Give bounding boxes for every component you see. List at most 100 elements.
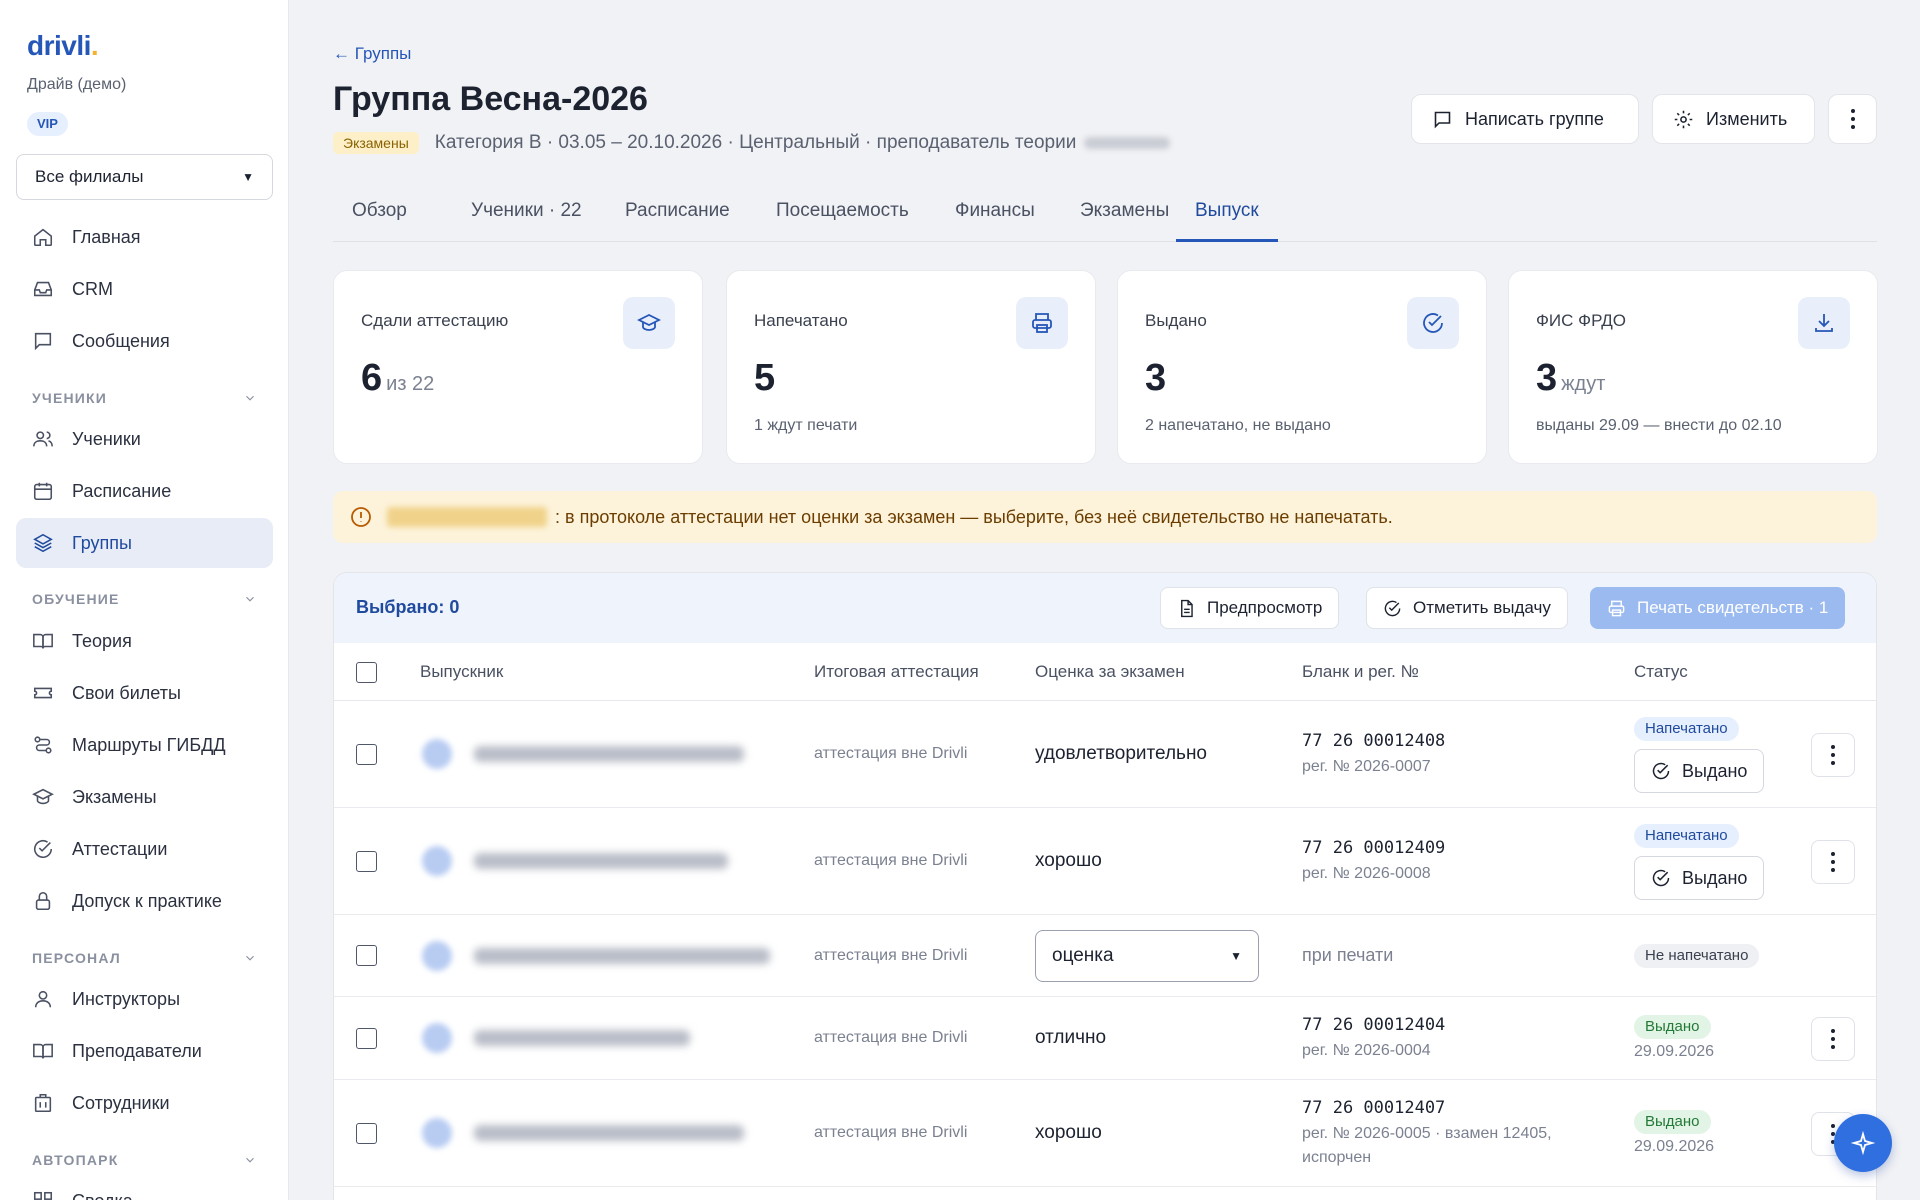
attestation-cell: аттестация вне Drivli <box>814 745 968 762</box>
message-group-button[interactable]: Написать группе <box>1411 94 1639 144</box>
status-badge: Напечатано <box>1634 717 1739 741</box>
avatar <box>422 1118 452 1148</box>
printer-icon <box>1608 600 1625 616</box>
print-certificates-button[interactable]: Печать свидетельств · 1 <box>1590 587 1846 629</box>
column-header[interactable]: Выпускник <box>420 662 503 682</box>
mark-issued-label: Отметить выдачу <box>1413 598 1551 617</box>
download-icon[interactable] <box>1798 297 1850 349</box>
sidebar-item-employees[interactable]: Сотрудники <box>16 1078 273 1128</box>
avatar <box>422 846 452 876</box>
section-students[interactable]: УЧЕНИКИ <box>32 390 257 406</box>
student-name-redacted[interactable] <box>474 948 770 964</box>
stat-sub: 2 напечатано, не выдано <box>1145 417 1331 434</box>
section-fleet[interactable]: АВТОПАРК <box>32 1152 257 1168</box>
stat-card-passed: Сдали аттестацию 6 из 22 <box>333 270 703 464</box>
sidebar-item-teachers[interactable]: Преподаватели <box>16 1026 273 1076</box>
back-to-groups-link[interactable]: ← Группы <box>333 44 411 64</box>
stat-label: Выдано <box>1145 311 1207 330</box>
blank-number: 77 26 00012404 <box>1302 1015 1446 1035</box>
issue-date: 29.09.2026 <box>1634 1138 1715 1155</box>
sidebar-item-attestations[interactable]: Аттестации <box>16 824 273 874</box>
gear-icon <box>1674 110 1693 128</box>
student-name-redacted[interactable] <box>474 746 744 762</box>
stat-card-issued: Выдано 3 2 напечатано, не выдано <box>1117 270 1487 464</box>
print-certificates-label: Печать свидетельств · 1 <box>1637 598 1829 617</box>
column-header[interactable]: Статус <box>1634 662 1688 682</box>
chevron-down-icon <box>246 596 254 602</box>
row-checkbox[interactable] <box>356 1123 377 1144</box>
reg-number: рег. № 2026-0004 <box>1302 1042 1431 1059</box>
sidebar-item-label: Ученики <box>72 428 141 449</box>
plan-badge: VIP <box>27 112 68 136</box>
sidebar-item-practice-access[interactable]: Допуск к практике <box>16 876 273 926</box>
row-menu-button[interactable] <box>1811 1017 1855 1061</box>
select-all-checkbox[interactable] <box>356 662 377 683</box>
branch-select[interactable]: Все филиалы ▼ <box>16 154 273 200</box>
sidebar-item-groups[interactable]: Группы <box>16 518 273 568</box>
section-staff[interactable]: ПЕРСОНАЛ <box>32 950 257 966</box>
tab-graduation[interactable]: Выпуск <box>1176 196 1278 242</box>
more-vertical-icon <box>1850 107 1855 131</box>
sidebar-item-theory[interactable]: Теория <box>16 616 273 666</box>
sidebar-item-exams[interactable]: Экзамены <box>16 772 273 822</box>
attestation-cell: аттестация вне Drivli <box>814 1029 968 1046</box>
alert-circle-icon <box>351 507 371 527</box>
sidebar-item-tickets[interactable]: Свои билеты <box>16 668 273 718</box>
tab-students[interactable]: Ученики · 22 <box>452 196 601 242</box>
sidebar-item-crm[interactable]: CRM <box>16 264 273 314</box>
row-checkbox[interactable] <box>356 945 377 966</box>
table-row[interactable]: аттестация вне Drivli хорошо 77 26 00012… <box>334 808 1876 915</box>
issue-button[interactable]: Выдано <box>1634 856 1765 900</box>
table-row[interactable]: аттестация вне Drivli оценка ▼ при печат… <box>334 915 1876 997</box>
more-actions-button[interactable] <box>1828 94 1877 144</box>
student-name-redacted[interactable] <box>474 1125 744 1141</box>
tab-finance[interactable]: Финансы <box>936 196 1054 242</box>
student-name-redacted[interactable] <box>474 1030 690 1046</box>
app-logo[interactable]: drivli. <box>27 30 99 62</box>
sidebar-item-instructors[interactable]: Инструкторы <box>16 974 273 1024</box>
chevron-down-icon: ▼ <box>1230 949 1242 963</box>
table-header: Выпускник Итоговая аттестация Оценка за … <box>334 643 1876 701</box>
sidebar: drivli. Драйв (демо) VIP Все филиалы ▼ Г… <box>0 0 289 1200</box>
tab-attendance[interactable]: Посещаемость <box>757 196 928 242</box>
row-checkbox[interactable] <box>356 744 377 765</box>
issue-label: Выдано <box>1682 760 1748 781</box>
tab-overview[interactable]: Обзор <box>333 196 426 242</box>
grade-select[interactable]: оценка ▼ <box>1035 930 1259 982</box>
sidebar-item-schedule[interactable]: Расписание <box>16 466 273 516</box>
sidebar-item-label: Группы <box>72 532 132 553</box>
column-header[interactable]: Итоговая аттестация <box>814 662 979 682</box>
issue-button[interactable]: Выдано <box>1634 749 1765 793</box>
preview-button[interactable]: Предпросмотр <box>1160 587 1340 629</box>
mark-issued-button[interactable]: Отметить выдачу <box>1366 587 1568 629</box>
student-name-redacted[interactable] <box>387 507 547 527</box>
edit-group-button[interactable]: Изменить <box>1652 94 1815 144</box>
column-header[interactable]: Бланк и рег. № <box>1302 662 1419 682</box>
row-checkbox[interactable] <box>356 1028 377 1049</box>
sidebar-item-label: Сводка <box>72 1191 133 1200</box>
message-icon <box>1434 111 1451 128</box>
sidebar-item-students[interactable]: Ученики <box>16 414 273 464</box>
row-menu-button[interactable] <box>1811 840 1855 884</box>
tab-exams[interactable]: Экзамены <box>1061 196 1188 242</box>
layers-icon <box>32 532 54 554</box>
row-menu-button[interactable] <box>1811 733 1855 777</box>
table-row[interactable]: аттестация вне Drivli хорошо 77 26 00012… <box>334 1080 1876 1187</box>
sidebar-item-messages[interactable]: Сообщения <box>16 316 273 366</box>
row-checkbox[interactable] <box>356 851 377 872</box>
stat-label: Напечатано <box>754 311 848 330</box>
grade-select-value: оценка <box>1052 945 1114 966</box>
tab-schedule[interactable]: Расписание <box>606 196 749 242</box>
student-name-redacted[interactable] <box>474 853 728 869</box>
stat-card-fis-frdo: ФИС ФРДО 3 ждут выданы 29.09 — внести до … <box>1508 270 1878 464</box>
sidebar-item-routes[interactable]: Маршруты ГИБДД <box>16 720 273 770</box>
assistant-fab[interactable] <box>1834 1114 1892 1172</box>
column-header[interactable]: Оценка за экзамен <box>1035 662 1185 682</box>
sidebar-item-home[interactable]: Главная <box>16 212 273 262</box>
section-training[interactable]: ОБУЧЕНИЕ <box>32 591 257 607</box>
sidebar-item-summary[interactable]: Сводка <box>16 1176 273 1200</box>
stat-sub: выданы 29.09 — внести до 02.10 <box>1536 417 1782 434</box>
stat-value: 5 <box>754 357 776 399</box>
table-row[interactable]: аттестация вне Drivli отлично 77 26 0001… <box>334 997 1876 1080</box>
table-row[interactable]: аттестация вне Drivli удовлетворительно … <box>334 701 1876 808</box>
